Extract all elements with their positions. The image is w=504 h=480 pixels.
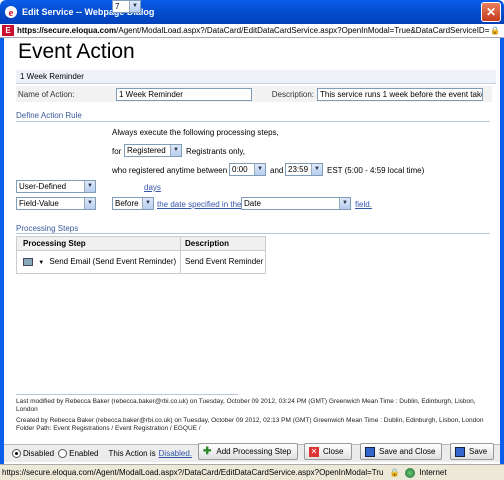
plus-icon: ✚ [203, 446, 212, 457]
chevron-down-icon: ▼ [254, 164, 265, 175]
eloqua-favicon-icon: E [2, 25, 14, 36]
add-processing-step-label: Add Processing Step [216, 447, 292, 456]
save-label: Save [469, 447, 488, 456]
days-select[interactable]: 7 ▼ [112, 0, 141, 13]
close-button[interactable]: ✕ Close [304, 443, 352, 460]
window-title-bar: e Edit Service -- Webpage Dialog ✕ [0, 0, 504, 24]
svg-text:e: e [9, 7, 14, 19]
add-processing-step-button[interactable]: ✚ Add Processing Step [198, 443, 298, 460]
description-label: Description: [271, 89, 314, 99]
security-zone: Internet [419, 468, 447, 477]
footer-divider [16, 394, 238, 395]
timezone-text: EST (5:00 - 4:59 local time) [327, 166, 425, 175]
name-label: Name of Action: [18, 89, 75, 99]
close-label: Close [323, 447, 344, 456]
rule-type-value-2: Field-Value [19, 199, 59, 208]
step-menu-chevron-icon[interactable]: ▼ [38, 260, 44, 266]
close-x-icon: ✕ [309, 446, 319, 457]
name-description-row: Name of Action: 1 Week Reminder Descript… [16, 86, 492, 102]
chevron-down-icon: ▼ [129, 1, 140, 12]
section-divider [16, 233, 490, 234]
chevron-down-icon: ▼ [170, 145, 181, 156]
chevron-down-icon: ▼ [84, 198, 95, 209]
disabled-label: Disabled [23, 449, 55, 458]
description-input[interactable]: This service runs 1 week before the even… [317, 87, 483, 101]
registrants-only-text: Registrants only, [186, 147, 245, 156]
chevron-down-icon: ▼ [339, 198, 350, 209]
window-title: Edit Service -- Webpage Dialog [22, 7, 155, 17]
monitor-icon [23, 257, 33, 266]
time-from-select[interactable]: 0:00 ▼ [229, 163, 266, 176]
address-path: /Agent/ModalLoad.aspx?/DataCard/EditData… [116, 26, 490, 35]
step-name: Send Email (Send Event Reminder) [49, 257, 177, 266]
save-button[interactable]: Save [450, 443, 494, 460]
days-value: 7 [115, 2, 120, 11]
action-subtitle: 1 Week Reminder [16, 70, 496, 84]
save-and-close-button[interactable]: Save and Close [360, 443, 442, 460]
name-input[interactable]: 1 Week Reminder [116, 87, 252, 101]
col-processing-step: Processing Step [17, 237, 181, 250]
created-text: Created by Rebecca Baker (rebecca.baker@… [16, 417, 484, 424]
col-description: Description [185, 239, 230, 248]
chevron-down-icon: ▼ [142, 198, 153, 209]
table-row[interactable]: ▼ Send Email (Send Event Reminder) Send … [17, 251, 265, 273]
days-link[interactable]: days [144, 183, 161, 192]
registrant-status-select[interactable]: Registered ▼ [124, 144, 182, 157]
save-disk-icon [455, 446, 465, 457]
address-host: https://secure.eloqua.com [17, 26, 117, 35]
enabled-label: Enabled [69, 449, 99, 458]
always-text: Always execute the following processing … [112, 128, 279, 137]
rule-type-select-1[interactable]: User-Defined ▼ [16, 180, 96, 193]
before-after-value: Before [115, 199, 139, 208]
action-status-text: This Action is [108, 449, 156, 458]
globe-icon [405, 467, 416, 478]
save-close-icon [365, 446, 375, 457]
who-registered-text: who registered anytime between [112, 166, 228, 175]
save-and-close-label: Save and Close [379, 447, 436, 456]
rule-type-select-2[interactable]: Field-Value ▼ [16, 197, 96, 210]
time-to-value: 23:59 [288, 165, 309, 174]
date-field-value: Date [244, 199, 261, 208]
folder-path-text: Folder Path: Event Registrations / Event… [16, 425, 201, 432]
processing-steps-title: Processing Steps [16, 224, 79, 233]
enabled-radio[interactable] [58, 449, 68, 458]
for-text: for [112, 147, 122, 156]
chevron-down-icon: ▼ [311, 164, 322, 175]
and-text: and [270, 166, 284, 175]
step-description: Send Event Reminder [185, 257, 264, 266]
define-action-rule-title: Define Action Rule [16, 111, 82, 120]
field-link[interactable]: field. [355, 200, 372, 209]
time-to-select[interactable]: 23:59 ▼ [285, 163, 323, 176]
lock-icon: 🔒 [490, 26, 500, 35]
chevron-down-icon: ▼ [84, 181, 95, 192]
page-title: Event Action [18, 40, 135, 63]
action-status-link[interactable]: Disabled. [159, 449, 192, 458]
date-specified-link[interactable]: the date specified in the [157, 200, 242, 209]
time-from-value: 0:00 [232, 165, 248, 174]
window-close-button[interactable]: ✕ [481, 2, 501, 22]
status-lock-icon: 🔒 [389, 468, 400, 477]
registrant-status-value: Registered [127, 146, 166, 155]
section-divider [16, 121, 490, 122]
last-modified-text: Last modified by Rebecca Baker (rebecca.… [16, 398, 476, 413]
address-bar: E https://secure.eloqua.com/Agent/ModalL… [0, 24, 504, 38]
table-header: Processing Step Description [17, 237, 265, 251]
date-field-select[interactable]: Date ▼ [241, 197, 351, 210]
step-cell: ▼ Send Email (Send Event Reminder) [17, 251, 181, 273]
status-url: https://secure.eloqua.com/Agent/ModalLoa… [2, 468, 384, 477]
before-after-select[interactable]: Before ▼ [112, 197, 154, 210]
disabled-radio[interactable] [12, 449, 21, 458]
status-bar: https://secure.eloqua.com/Agent/ModalLoa… [0, 464, 504, 480]
rule-type-value-1: User-Defined [19, 182, 67, 191]
ie-icon: e [5, 6, 17, 19]
processing-steps-table: Processing Step Description ▼ Send Email… [16, 236, 266, 274]
